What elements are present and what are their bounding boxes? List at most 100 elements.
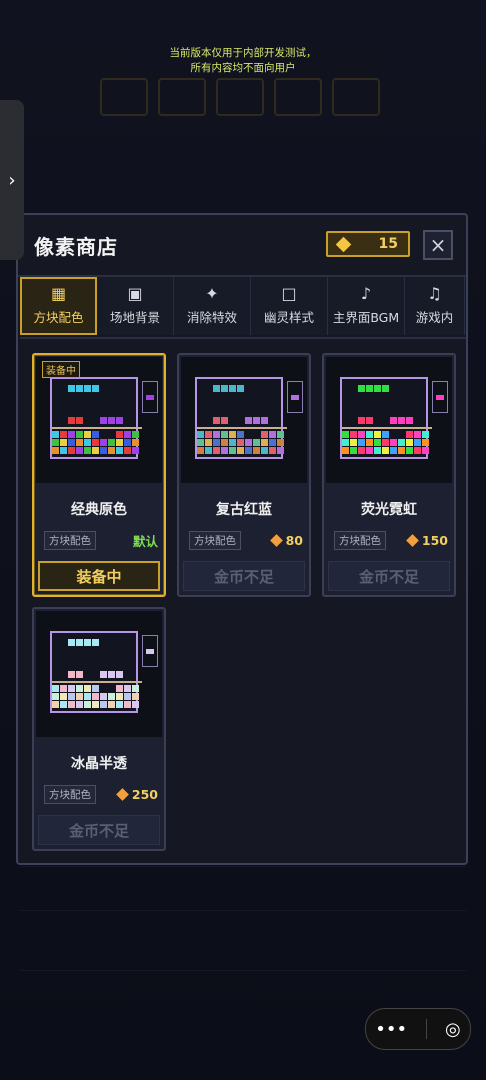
block-cell <box>100 439 107 446</box>
coin-icon <box>406 534 419 547</box>
block-cell <box>342 439 349 446</box>
block-cell <box>92 385 99 392</box>
block-cell <box>76 693 83 700</box>
block-cell <box>390 447 397 454</box>
coin-icon <box>269 534 283 547</box>
block-cell <box>124 447 131 454</box>
skin-card[interactable]: 荧光霓虹 方块配色 150 金币不足 <box>322 353 456 597</box>
block-cell <box>269 447 276 454</box>
block-cell <box>84 447 91 454</box>
block-cell <box>245 417 252 424</box>
tab-label: 消除特效 <box>186 310 237 325</box>
block-cell <box>68 431 75 438</box>
block-cell <box>277 431 284 438</box>
block-cell <box>92 685 99 692</box>
block-cell <box>366 385 373 392</box>
block-cell <box>108 417 115 424</box>
block-cell <box>253 417 260 424</box>
tab-icon: ▦ <box>50 284 67 303</box>
block-cell <box>132 439 139 446</box>
tab-icon: ♪ <box>360 284 372 303</box>
block-cell <box>92 447 99 454</box>
block-cell <box>132 701 139 708</box>
board-preview <box>340 377 432 459</box>
block-cell <box>52 693 59 700</box>
equipped-button[interactable]: 装备中 <box>38 561 160 591</box>
price: 150 <box>406 533 448 548</box>
block-cell <box>68 439 75 446</box>
coin-icon <box>335 236 352 252</box>
coin-balance: 15 <box>326 231 410 257</box>
record-icon[interactable]: ◎ <box>445 1019 461 1040</box>
block-cell <box>76 639 83 646</box>
block-cell <box>245 447 252 454</box>
tab-1[interactable]: ▣ 场地背景 <box>97 277 174 335</box>
block-cell <box>374 439 381 446</box>
block-cell <box>374 385 381 392</box>
block-cell <box>213 431 220 438</box>
block-cell <box>213 447 220 454</box>
block-cell <box>84 431 91 438</box>
block-cell <box>132 431 139 438</box>
block-cell <box>132 685 139 692</box>
skin-card[interactable]: 冰晶半透 方块配色 250 金币不足 <box>32 607 166 851</box>
block-cell <box>100 447 107 454</box>
skin-card[interactable]: 复古红蓝 方块配色 80 金币不足 <box>177 353 311 597</box>
block-cell <box>422 447 429 454</box>
skin-card[interactable]: 装备中 经典原色 方块配色 默认 装备中 <box>32 353 166 597</box>
block-cell <box>221 431 228 438</box>
block-cell <box>92 693 99 700</box>
skin-name: 荧光霓虹 <box>361 502 417 518</box>
side-drawer-toggle[interactable]: › <box>0 100 24 260</box>
tab-4[interactable]: ♪ 主界面BGM <box>328 277 405 335</box>
insufficient-coins-button[interactable]: 金币不足 <box>183 561 305 591</box>
block-cell <box>52 439 59 446</box>
block-cell <box>229 431 236 438</box>
block-cell <box>358 385 365 392</box>
block-cell <box>342 447 349 454</box>
block-cell <box>382 431 389 438</box>
block-cell <box>269 431 276 438</box>
block-cell <box>414 447 421 454</box>
coin-icon <box>116 788 129 801</box>
tab-0[interactable]: ▦ 方块配色 <box>20 277 97 335</box>
tab-icon: □ <box>281 284 297 303</box>
block-cell <box>197 447 204 454</box>
block-cell <box>100 671 107 678</box>
block-cell <box>358 439 365 446</box>
block-cell <box>76 431 83 438</box>
block-cell <box>132 693 139 700</box>
block-cell <box>205 431 212 438</box>
block-cell <box>60 701 67 708</box>
close-icon: × <box>429 233 447 257</box>
block-cell <box>100 701 107 708</box>
insufficient-coins-button[interactable]: 金币不足 <box>38 815 160 845</box>
board-preview <box>50 631 142 713</box>
close-button[interactable]: × <box>423 230 453 260</box>
block-cell <box>68 417 75 424</box>
skin-name: 冰晶半透 <box>71 756 127 772</box>
block-cell <box>116 693 123 700</box>
skin-meta: 方块配色 80 <box>189 531 303 550</box>
block-cell <box>197 431 204 438</box>
insufficient-coins-button[interactable]: 金币不足 <box>328 561 450 591</box>
block-cell <box>116 671 123 678</box>
block-cell <box>60 431 67 438</box>
block-cell <box>229 385 236 392</box>
block-cell <box>116 447 123 454</box>
block-cell <box>221 417 228 424</box>
tab-2[interactable]: ✦ 消除特效 <box>174 277 251 335</box>
tab-3[interactable]: □ 幽灵样式 <box>251 277 328 335</box>
block-cell <box>60 693 67 700</box>
block-cell <box>406 417 413 424</box>
block-cell <box>414 439 421 446</box>
tab-5[interactable]: ♫ 游戏内 <box>405 277 465 335</box>
shop-title: 像素商店 <box>34 235 118 259</box>
tab-label: 幽灵样式 <box>263 310 314 325</box>
block-cell <box>350 447 357 454</box>
block-cell <box>382 439 389 446</box>
block-cell <box>205 439 212 446</box>
block-cell <box>366 431 373 438</box>
block-cell <box>342 431 349 438</box>
more-icon[interactable]: ••• <box>375 1019 407 1040</box>
